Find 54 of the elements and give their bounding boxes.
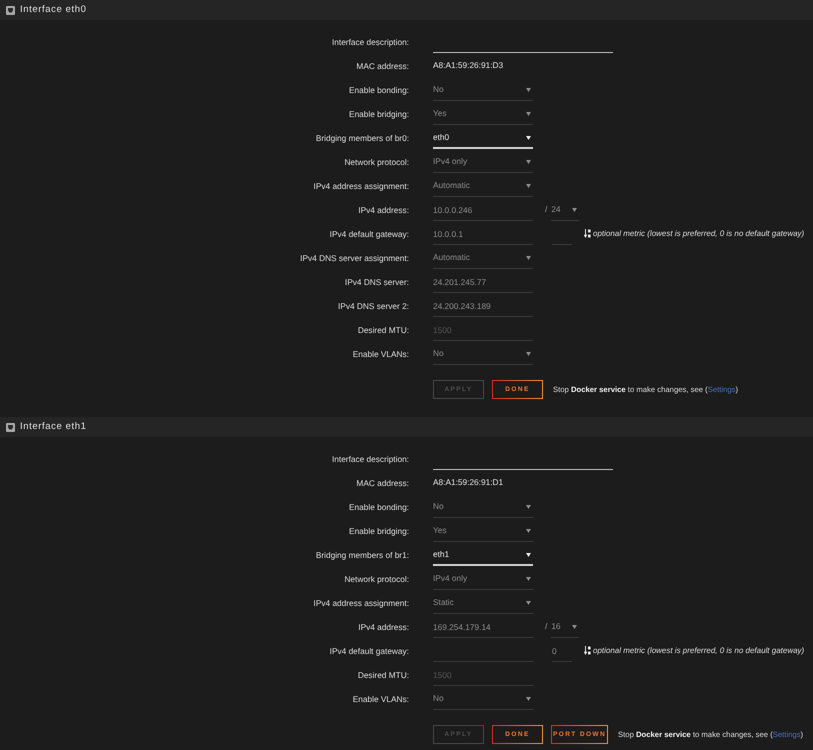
field-label: IPv4 DNS server 2:	[338, 300, 409, 313]
field-label: Enable VLANs:	[352, 348, 409, 361]
caret-icon	[526, 352, 531, 356]
caret-icon	[526, 160, 531, 164]
caret-icon	[526, 697, 531, 701]
sort-icon	[584, 646, 591, 655]
slash-separator: /	[545, 203, 548, 216]
field-label: Network protocol:	[344, 156, 409, 169]
field-label: Network protocol:	[344, 573, 409, 586]
field-label: IPv4 address assignment:	[314, 180, 409, 193]
field-label: Enable bridging:	[349, 108, 409, 121]
field-label: Enable VLANs:	[352, 693, 409, 706]
caret-icon	[526, 112, 531, 116]
caret-icon	[572, 208, 578, 212]
metric-hint: optional metric (lowest is preferred, 0 is no default gateway)	[593, 645, 804, 657]
ethernet-port-icon	[6, 6, 15, 14]
field-label: IPv4 DNS server:	[344, 276, 409, 289]
dropdown[interactable]: eth0	[433, 130, 533, 149]
field-label: Desired MTU:	[358, 324, 409, 337]
sort-icon	[584, 229, 591, 238]
field-label: Bridging members of br1:	[316, 549, 409, 562]
field-label: IPv4 address:	[358, 621, 409, 634]
field-label: Interface description:	[332, 36, 409, 49]
caret-icon	[572, 625, 578, 629]
field-label: Enable bonding:	[349, 501, 409, 514]
section-title: Interface eth1	[20, 420, 86, 434]
caret-icon	[526, 256, 531, 260]
mac-address-value: A8:A1:59:26:91:D1	[433, 476, 504, 489]
caret-icon	[526, 553, 531, 557]
field-label: MAC address:	[356, 60, 409, 73]
field-label: Enable bonding:	[349, 84, 409, 97]
ethernet-port-icon	[6, 422, 15, 432]
caret-icon	[526, 577, 531, 581]
caret-icon	[526, 184, 531, 188]
field-label: MAC address:	[356, 477, 409, 490]
caret-icon	[526, 136, 531, 140]
field-label: Enable bridging:	[349, 525, 409, 538]
caret-icon	[526, 88, 531, 92]
field-label: IPv4 default gateway:	[330, 228, 409, 241]
field-label: IPv4 address assignment:	[314, 597, 409, 610]
field-label: IPv4 DNS server assignment:	[300, 252, 409, 265]
caret-icon	[526, 505, 531, 509]
caret-icon	[526, 601, 531, 605]
field-label: IPv4 default gateway:	[330, 645, 409, 658]
mac-address-value: A8:A1:59:26:91:D3	[433, 59, 504, 72]
dropdown[interactable]: eth1	[433, 547, 533, 566]
section-title: Interface eth0	[20, 3, 86, 17]
field-label: Bridging members of br0:	[316, 132, 409, 145]
field-label: Interface description:	[332, 453, 409, 466]
slash-separator: /	[545, 620, 548, 633]
caret-icon	[526, 529, 531, 533]
field-label: IPv4 address:	[358, 204, 409, 217]
metric-hint: optional metric (lowest is preferred, 0 is no default gateway)	[593, 228, 804, 240]
field-label: Desired MTU:	[358, 669, 409, 682]
